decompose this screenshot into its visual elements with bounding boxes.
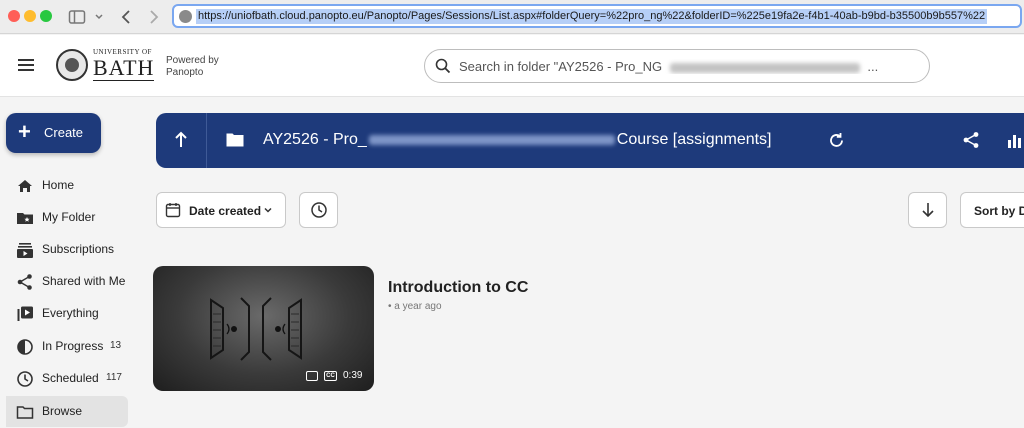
powered-by: Powered by Panopto xyxy=(166,55,219,79)
sidebar-item-label: In Progress xyxy=(42,339,104,353)
site-info-icon[interactable] xyxy=(179,10,192,23)
copy-icon xyxy=(306,371,318,381)
university-logo[interactable]: UNIVERSITY OF BATH xyxy=(56,47,156,83)
sidebar-item-label: Scheduled xyxy=(42,371,99,385)
share-icon xyxy=(17,274,32,290)
my-folder-icon xyxy=(17,213,33,224)
address-bar[interactable]: https://uniofbath.cloud.panopto.eu/Panop… xyxy=(172,4,1022,28)
sidebar-item-label: Shared with Me xyxy=(42,274,126,288)
sidebar-item-label: Everything xyxy=(42,306,99,320)
sidebar-item-in-progress[interactable]: In Progress 13 xyxy=(6,331,128,362)
up-arrow-icon[interactable] xyxy=(170,129,192,151)
closed-captions-icon: CC xyxy=(324,371,337,381)
clock-icon xyxy=(311,202,327,218)
sidebar-toggle-icon[interactable] xyxy=(68,7,86,27)
arrow-down-icon xyxy=(922,203,934,218)
clock-icon xyxy=(17,371,33,387)
thumbnail-graphic xyxy=(210,297,302,361)
calendar-icon xyxy=(165,203,181,218)
session-date: • a year ago xyxy=(388,301,442,312)
sidebar-item-label: Subscriptions xyxy=(42,242,115,256)
date-created-dropdown[interactable]: Date created xyxy=(156,192,286,228)
close-window-button[interactable] xyxy=(8,10,20,22)
browser-toolbar: https://uniofbath.cloud.panopto.eu/Panop… xyxy=(0,0,1024,34)
home-icon xyxy=(18,180,32,192)
banner-divider xyxy=(206,113,207,168)
sidebar-item-label: Browse xyxy=(42,404,83,418)
chevron-down-icon xyxy=(264,207,272,213)
sidebar-item-subscriptions[interactable]: Subscriptions xyxy=(6,234,128,265)
forward-arrow-icon[interactable] xyxy=(148,7,160,27)
count-badge: 117 xyxy=(106,372,122,383)
sidebar-item-label: My Folder xyxy=(42,210,96,224)
session-title[interactable]: Introduction to CC xyxy=(388,279,528,297)
back-arrow-icon[interactable] xyxy=(120,7,132,27)
folder-icon xyxy=(16,406,34,419)
stats-icon[interactable] xyxy=(1007,132,1024,149)
powered-line-2: Panopto xyxy=(166,67,204,78)
crest-icon xyxy=(56,49,88,81)
chevron-down-icon[interactable] xyxy=(94,7,104,27)
sidebar-item-scheduled[interactable]: Scheduled 117 xyxy=(6,363,128,394)
logo-big-text: BATH xyxy=(93,55,155,81)
sidebar-item-label: Home xyxy=(42,178,75,192)
history-button[interactable] xyxy=(299,192,338,228)
plus-icon: + xyxy=(18,119,31,144)
sort-by-label: Sort by Da xyxy=(974,204,1024,218)
refresh-icon[interactable] xyxy=(828,132,845,149)
screen: https://uniofbath.cloud.panopto.eu/Panop… xyxy=(0,0,1024,428)
folder-title: AY2526 - Pro_ Course [assignments] xyxy=(263,131,772,148)
date-created-label: Date created xyxy=(189,204,262,218)
sort-by-dropdown[interactable]: Sort by Da xyxy=(960,192,1024,228)
subscriptions-icon xyxy=(17,243,33,258)
search-placeholder: Search in folder "AY2526 - Pro_NG ... xyxy=(459,59,879,74)
app-header: UNIVERSITY OF BATH Powered by Panopto Se… xyxy=(0,35,1024,97)
powered-line-1: Powered by xyxy=(166,55,219,66)
in-progress-icon xyxy=(17,339,33,355)
minimize-window-button[interactable] xyxy=(24,10,36,22)
sidebar-item-browse[interactable]: Browse xyxy=(6,396,128,427)
create-label: Create xyxy=(44,125,84,140)
folder-icon xyxy=(226,133,244,147)
search-icon xyxy=(435,58,451,74)
sidebar-item-everything[interactable]: Everything xyxy=(6,298,128,329)
search-input[interactable]: Search in folder "AY2526 - Pro_NG ... xyxy=(424,49,930,83)
session-thumbnail[interactable]: CC 0:39 xyxy=(153,266,374,391)
folder-banner: AY2526 - Pro_ Course [assignments] xyxy=(156,113,1024,168)
sidebar-item-shared-with-me[interactable]: Shared with Me xyxy=(6,266,128,297)
create-button[interactable]: + Create xyxy=(6,113,101,153)
sort-direction-button[interactable] xyxy=(908,192,947,228)
url-text[interactable]: https://uniofbath.cloud.panopto.eu/Panop… xyxy=(196,9,988,24)
sidebar-item-my-folder[interactable]: My Folder xyxy=(6,202,128,233)
share-icon[interactable] xyxy=(962,131,980,149)
duration-label: 0:39 xyxy=(343,370,363,381)
sidebar-item-home[interactable]: Home xyxy=(6,170,128,201)
zoom-window-button[interactable] xyxy=(40,10,52,22)
everything-icon xyxy=(17,306,33,321)
count-badge: 13 xyxy=(110,340,122,351)
menu-icon[interactable] xyxy=(18,59,34,71)
